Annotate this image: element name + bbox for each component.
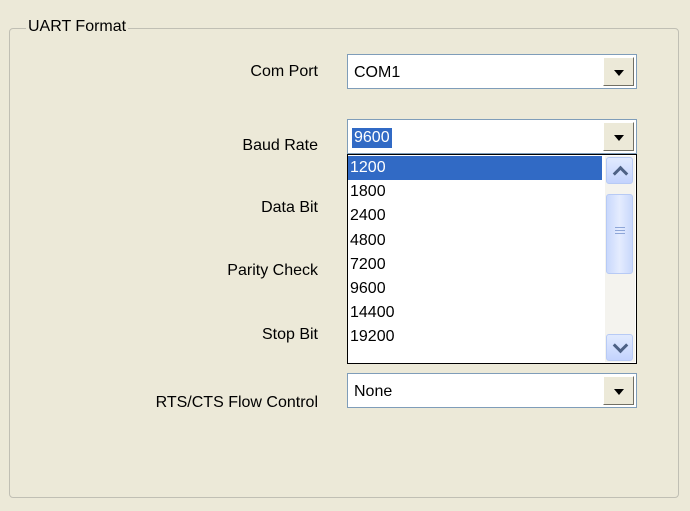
option-1200[interactable]: 1200 [348,156,602,181]
scroll-up-button[interactable] [606,157,633,184]
parity-check-label: Parity Check [227,262,318,279]
chevron-down-icon [614,135,624,141]
flow-control-combobox[interactable]: None [347,373,637,408]
chevron-up-icon [612,165,629,182]
baud-rate-combobox[interactable]: 9600 [347,119,637,154]
com-port-dropdown-button[interactable] [603,57,634,86]
option-9600[interactable]: 9600 [348,277,602,301]
baud-rate-dropdown-list[interactable]: 1200 1800 2400 4800 7200 9600 14400 1920… [347,154,637,364]
grip-icon [615,227,625,236]
option-14400[interactable]: 14400 [348,301,602,325]
group-title: UART Format [26,16,129,38]
baud-rate-value: 9600 [351,127,393,149]
data-bit-label: Data Bit [261,199,318,216]
baud-rate-options: 1200 1800 2400 4800 7200 9600 14400 1920… [348,156,602,350]
baud-rate-dropdown-button[interactable] [603,122,634,151]
vertical-scrollbar[interactable] [605,156,635,362]
flow-control-dropdown-button[interactable] [603,376,634,405]
chevron-down-icon [614,70,624,76]
option-19200[interactable]: 19200 [348,325,602,349]
chevron-down-icon [612,337,629,354]
com-port-combobox[interactable]: COM1 [347,54,637,89]
stop-bit-label: Stop Bit [261,326,318,343]
chevron-down-icon [614,389,624,395]
option-4800[interactable]: 4800 [348,229,602,253]
option-1800[interactable]: 1800 [348,180,602,204]
option-7200[interactable]: 7200 [348,253,602,277]
scroll-down-button[interactable] [606,334,633,361]
option-2400[interactable]: 2400 [348,204,602,228]
com-port-value: COM1 [354,64,401,81]
baud-rate-label: Baud Rate [242,137,318,154]
flow-control-label: RTS/CTS Flow Control [155,394,318,411]
com-port-label: Com Port [250,63,318,80]
flow-control-value: None [354,383,393,400]
scrollbar-thumb[interactable] [606,194,633,274]
